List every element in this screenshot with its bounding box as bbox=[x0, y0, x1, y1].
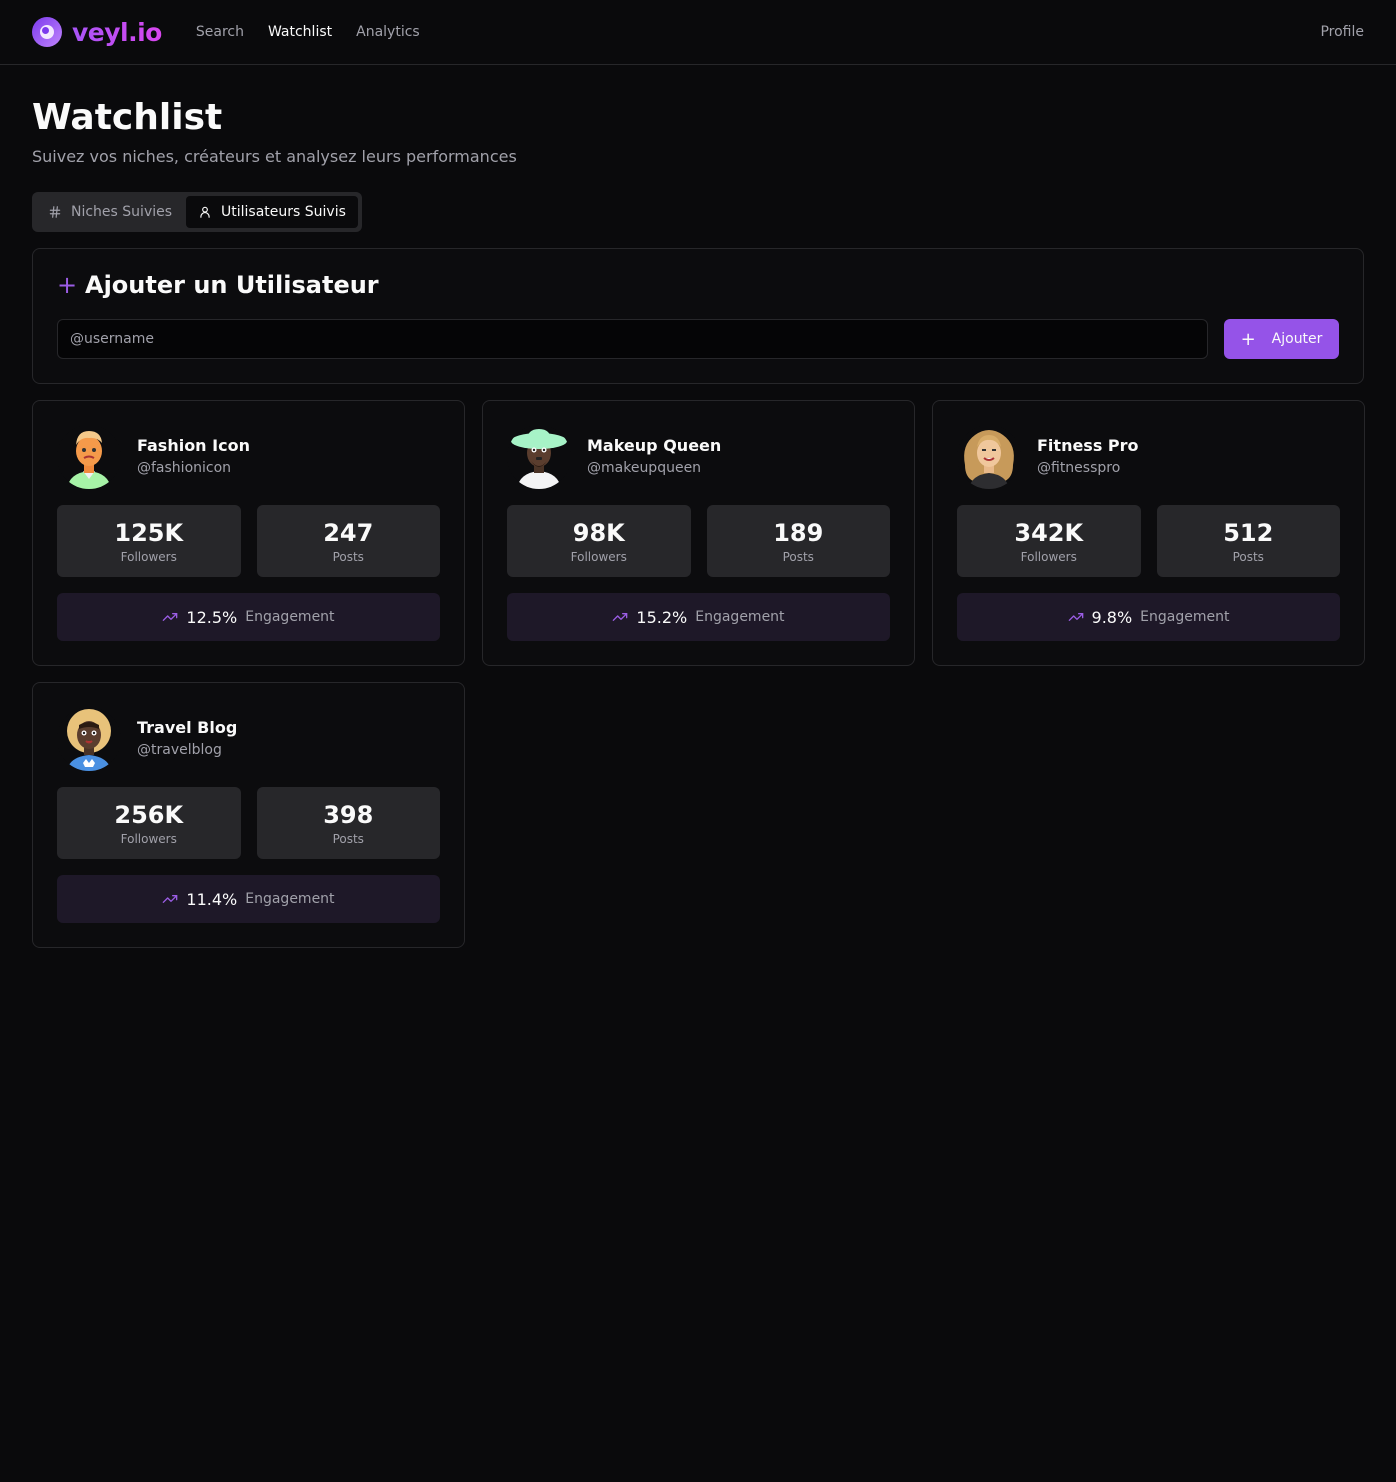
username-input[interactable] bbox=[57, 319, 1208, 359]
posts-stat: 189 Posts bbox=[706, 505, 890, 577]
user-card[interactable]: Makeup Queen @makeupqueen 98K Followers … bbox=[482, 400, 915, 666]
user-stats: 98K Followers 189 Posts bbox=[507, 505, 890, 577]
engagement-label: Engagement bbox=[245, 609, 335, 625]
engagement-value: 12.5% bbox=[186, 607, 238, 627]
add-user-title: + Ajouter un Utilisateur bbox=[57, 271, 1339, 299]
followers-label: Followers bbox=[570, 550, 627, 564]
engagement-value: 11.4% bbox=[186, 889, 238, 909]
users-grid: Fashion Icon @fashionicon 125K Followers… bbox=[32, 400, 1365, 948]
add-user-card: + Ajouter un Utilisateur + Ajouter bbox=[32, 248, 1364, 384]
posts-value: 189 bbox=[773, 519, 824, 547]
user-handle: @fitnesspro bbox=[1037, 460, 1121, 476]
posts-value: 398 bbox=[323, 801, 374, 829]
nav-search[interactable]: Search bbox=[196, 24, 244, 40]
add-user-button-label: Ajouter bbox=[1271, 331, 1323, 347]
posts-label: Posts bbox=[1232, 550, 1264, 564]
brand-name: veyl.io bbox=[72, 17, 162, 47]
user-handle: @travelblog bbox=[137, 742, 222, 758]
posts-value: 512 bbox=[1223, 519, 1274, 547]
followers-stat: 342K Followers bbox=[957, 505, 1141, 577]
user-handle: @fashionicon bbox=[137, 460, 232, 476]
user-handle: @makeupqueen bbox=[587, 460, 702, 476]
posts-stat: 512 Posts bbox=[1156, 505, 1340, 577]
add-user-button[interactable]: + Ajouter bbox=[1224, 319, 1339, 359]
tab-niches[interactable]: Niches Suivies bbox=[36, 196, 184, 228]
user-name: Fitness Pro bbox=[1037, 436, 1139, 455]
user-card[interactable]: Fashion Icon @fashionicon 125K Followers… bbox=[32, 400, 465, 666]
engagement-label: Engagement bbox=[695, 609, 785, 625]
add-user-title-text: Ajouter un Utilisateur bbox=[85, 271, 379, 299]
user-card[interactable]: Fitness Pro @fitnesspro 342K Followers 5… bbox=[932, 400, 1365, 666]
avatar bbox=[57, 425, 121, 489]
followers-stat: 125K Followers bbox=[57, 505, 241, 577]
followers-label: Followers bbox=[120, 550, 177, 564]
nav-watchlist[interactable]: Watchlist bbox=[268, 24, 332, 40]
followers-label: Followers bbox=[120, 832, 177, 846]
plus-icon: + bbox=[1240, 328, 1256, 350]
top-navbar: veyl.io Search Watchlist Analytics Profi… bbox=[0, 0, 1396, 65]
followers-value: 98K bbox=[572, 519, 625, 547]
user-card[interactable]: Travel Blog @travelblog 256K Followers 3… bbox=[32, 682, 465, 948]
engagement-bar: 15.2% Engagement bbox=[507, 593, 890, 641]
plus-icon: + bbox=[57, 271, 78, 299]
posts-value: 247 bbox=[323, 519, 374, 547]
user-card-header: Makeup Queen @makeupqueen bbox=[507, 425, 890, 489]
user-name: Travel Blog bbox=[137, 718, 238, 737]
nav-profile[interactable]: Profile bbox=[1320, 24, 1364, 40]
trending-up-icon bbox=[613, 613, 628, 621]
tab-users[interactable]: Utilisateurs Suivis bbox=[186, 196, 358, 228]
followers-stat: 256K Followers bbox=[57, 787, 241, 859]
page-subtitle: Suivez vos niches, créateurs et analysez… bbox=[32, 147, 517, 166]
watchlist-tabs: Niches Suivies Utilisateurs Suivis bbox=[32, 192, 362, 232]
engagement-bar: 12.5% Engagement bbox=[57, 593, 440, 641]
posts-label: Posts bbox=[782, 550, 814, 564]
main-content: Watchlist Suivez vos niches, créateurs e… bbox=[0, 65, 1396, 948]
posts-stat: 247 Posts bbox=[256, 505, 440, 577]
add-user-row: + Ajouter bbox=[57, 319, 1339, 359]
user-icon bbox=[200, 206, 210, 218]
followers-value: 256K bbox=[114, 801, 184, 829]
engagement-value: 9.8% bbox=[1091, 607, 1133, 627]
posts-stat: 398 Posts bbox=[256, 787, 440, 859]
followers-stat: 98K Followers bbox=[507, 505, 691, 577]
user-stats: 125K Followers 247 Posts bbox=[57, 505, 440, 577]
followers-value: 125K bbox=[114, 519, 184, 547]
user-name: Makeup Queen bbox=[587, 436, 722, 455]
user-card-header: Travel Blog @travelblog bbox=[57, 707, 440, 771]
trending-up-icon bbox=[1068, 613, 1083, 621]
tab-users-label: Utilisateurs Suivis bbox=[221, 204, 346, 220]
followers-label: Followers bbox=[1020, 550, 1077, 564]
page-title: Watchlist bbox=[32, 97, 223, 138]
trending-up-icon bbox=[163, 613, 178, 621]
avatar bbox=[957, 425, 1021, 489]
posts-label: Posts bbox=[332, 832, 364, 846]
user-card-header: Fashion Icon @fashionicon bbox=[57, 425, 440, 489]
user-card-header: Fitness Pro @fitnesspro bbox=[957, 425, 1340, 489]
user-name: Fashion Icon bbox=[137, 436, 250, 455]
hash-icon bbox=[49, 206, 61, 218]
avatar bbox=[507, 425, 571, 489]
engagement-value: 15.2% bbox=[636, 607, 688, 627]
engagement-bar: 9.8% Engagement bbox=[957, 593, 1340, 641]
engagement-bar: 11.4% Engagement bbox=[57, 875, 440, 923]
followers-value: 342K bbox=[1014, 519, 1084, 547]
main-nav: Search Watchlist Analytics bbox=[196, 24, 420, 40]
brand-logo[interactable]: veyl.io bbox=[32, 17, 162, 47]
trending-up-icon bbox=[163, 895, 178, 903]
user-stats: 342K Followers 512 Posts bbox=[957, 505, 1340, 577]
engagement-label: Engagement bbox=[245, 891, 335, 907]
logo-icon bbox=[32, 17, 62, 47]
nav-analytics[interactable]: Analytics bbox=[356, 24, 420, 40]
tab-niches-label: Niches Suivies bbox=[71, 204, 173, 220]
posts-label: Posts bbox=[332, 550, 364, 564]
user-stats: 256K Followers 398 Posts bbox=[57, 787, 440, 859]
engagement-label: Engagement bbox=[1140, 609, 1230, 625]
avatar bbox=[57, 707, 121, 771]
